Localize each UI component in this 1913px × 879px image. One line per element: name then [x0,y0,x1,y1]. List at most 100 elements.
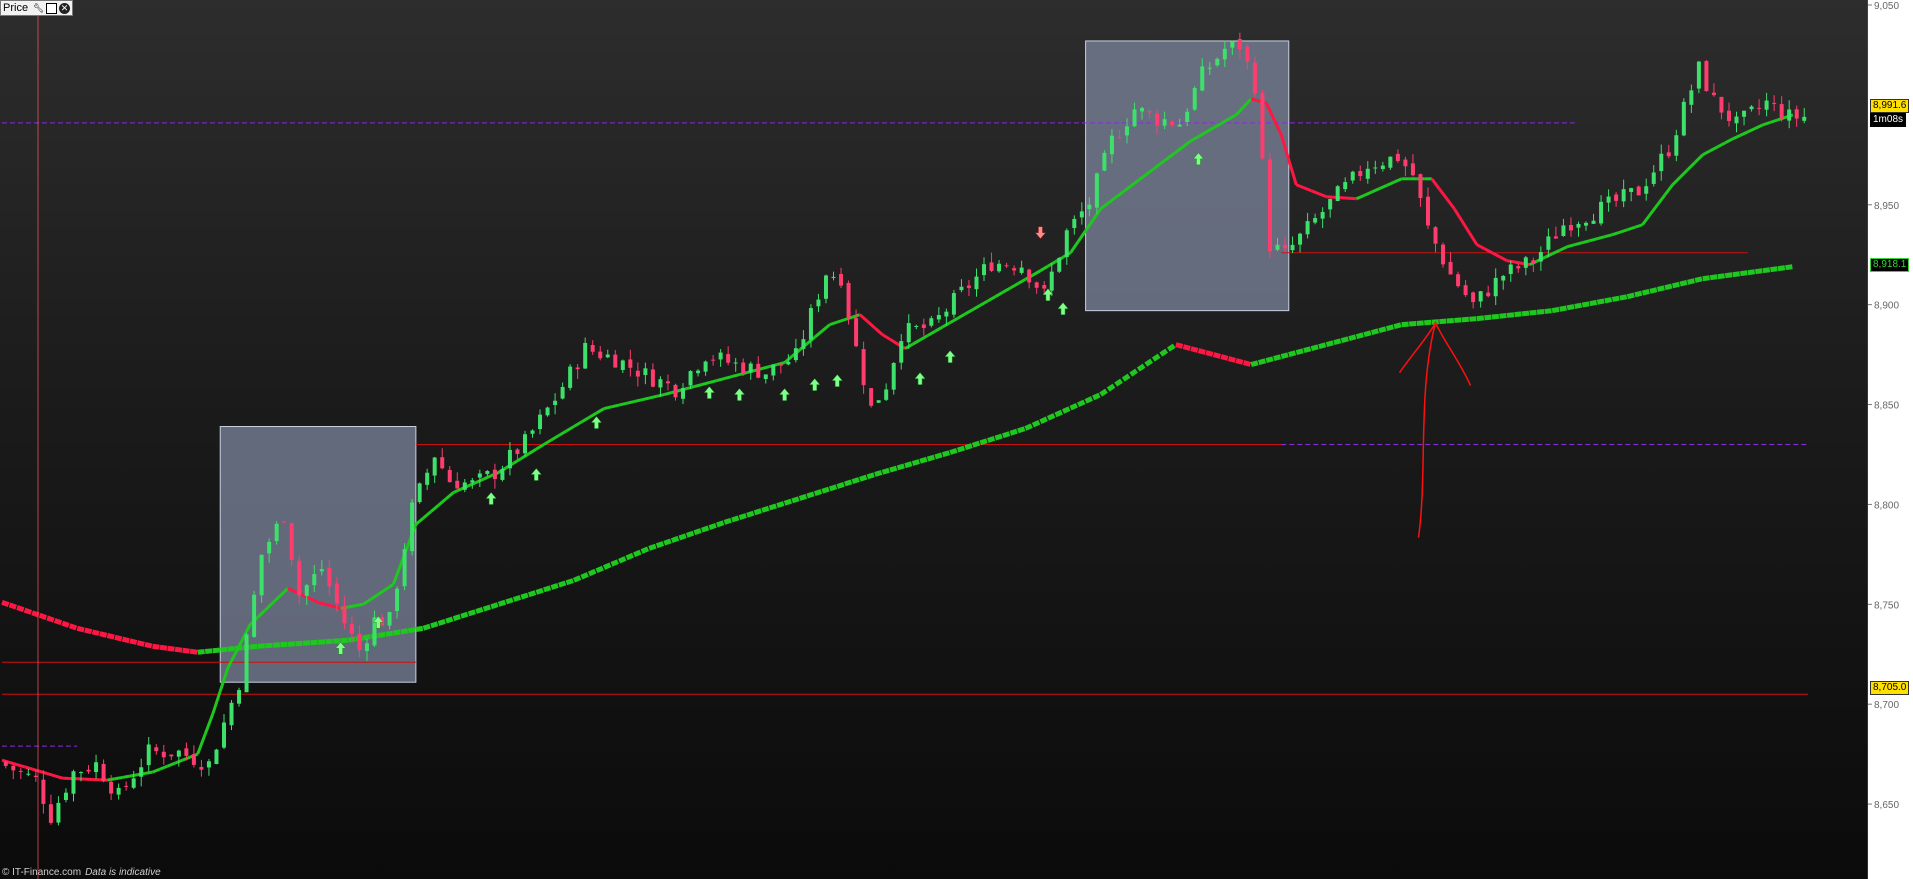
range-box[interactable] [1085,40,1290,312]
candle[interactable] [1546,236,1551,250]
candle[interactable] [1599,201,1604,224]
candle[interactable] [1471,292,1476,303]
candle[interactable] [259,554,264,596]
candle[interactable] [1749,106,1754,110]
candle[interactable] [650,369,655,387]
candle[interactable] [884,389,889,400]
candle[interactable] [914,325,919,327]
candle[interactable] [319,569,324,572]
candle[interactable] [101,763,106,782]
candle[interactable] [951,293,956,315]
candle[interactable] [808,308,813,340]
candle[interactable] [71,771,76,794]
candle[interactable] [628,359,633,368]
candle[interactable] [1448,261,1453,275]
candle[interactable] [229,702,234,726]
candle[interactable] [1516,266,1521,269]
candle[interactable] [1140,108,1145,112]
candle[interactable] [1004,265,1009,267]
candle[interactable] [94,762,99,773]
candle[interactable] [56,802,61,823]
candle[interactable] [1689,90,1694,105]
candle[interactable] [1508,264,1513,275]
candle[interactable] [131,778,136,788]
candle[interactable] [1486,292,1491,297]
candle[interactable] [673,384,678,398]
range-box[interactable] [219,426,417,683]
candle[interactable] [334,583,339,604]
candle[interactable] [349,624,354,634]
candle[interactable] [1493,277,1498,297]
candle[interactable] [327,567,332,587]
candle[interactable] [997,263,1002,272]
candle[interactable] [1726,110,1731,121]
candle[interactable] [1124,126,1129,136]
candle[interactable] [1478,291,1483,302]
candle[interactable] [1373,167,1378,169]
candle[interactable] [1666,152,1671,157]
candle[interactable] [681,388,686,399]
candle[interactable] [86,769,91,772]
candle[interactable] [786,361,791,365]
candle[interactable] [1561,225,1566,237]
candle[interactable] [184,748,189,756]
candle[interactable] [395,588,400,612]
candle[interactable] [176,750,181,757]
candle[interactable] [440,457,445,469]
candle[interactable] [688,371,693,386]
candle[interactable] [470,480,475,483]
candle[interactable] [1757,107,1762,109]
candle[interactable] [643,368,648,376]
candle[interactable] [214,749,219,765]
candle[interactable] [425,472,430,485]
candle[interactable] [1553,236,1558,239]
candle[interactable] [410,502,415,552]
candle[interactable] [1441,244,1446,265]
candle[interactable] [1320,211,1325,219]
candle[interactable] [906,323,911,343]
candle[interactable] [1170,121,1175,126]
candle[interactable] [748,363,753,373]
candle[interactable] [1704,61,1709,92]
candle[interactable] [1132,109,1137,127]
candle[interactable] [357,633,362,651]
candle[interactable] [936,315,941,320]
candle[interactable] [801,339,806,349]
candle[interactable] [771,364,776,376]
candle[interactable] [1350,171,1355,181]
candle[interactable] [959,286,964,291]
candle[interactable] [1358,170,1363,177]
candle[interactable] [1742,110,1747,117]
candle[interactable] [274,523,279,542]
candle[interactable] [1064,230,1069,257]
candle[interactable] [1802,116,1807,121]
candle[interactable] [146,744,151,766]
candle[interactable] [658,379,663,388]
candle[interactable] [522,434,527,454]
candle[interactable] [116,787,121,795]
candle[interactable] [635,370,640,377]
candle[interactable] [1403,159,1408,167]
candle[interactable] [18,770,23,772]
candle[interactable] [1094,173,1099,208]
candle[interactable] [1177,124,1182,127]
candle[interactable] [1012,268,1017,271]
candle[interactable] [199,766,204,770]
candle[interactable] [79,772,84,774]
candle[interactable] [1245,46,1250,62]
candle[interactable] [726,354,731,363]
candle[interactable] [1659,153,1664,172]
candle[interactable] [974,276,979,290]
candle[interactable] [1764,100,1769,110]
candle[interactable] [1636,186,1641,196]
candle[interactable] [545,407,550,416]
candle[interactable] [1621,189,1626,202]
candle[interactable] [560,386,565,399]
candle[interactable] [206,761,211,768]
candle[interactable] [1290,244,1295,251]
candle[interactable] [387,612,392,626]
window-icon[interactable] [46,2,58,14]
candle[interactable] [3,761,8,766]
candle[interactable] [11,765,16,771]
candle[interactable] [252,594,257,637]
